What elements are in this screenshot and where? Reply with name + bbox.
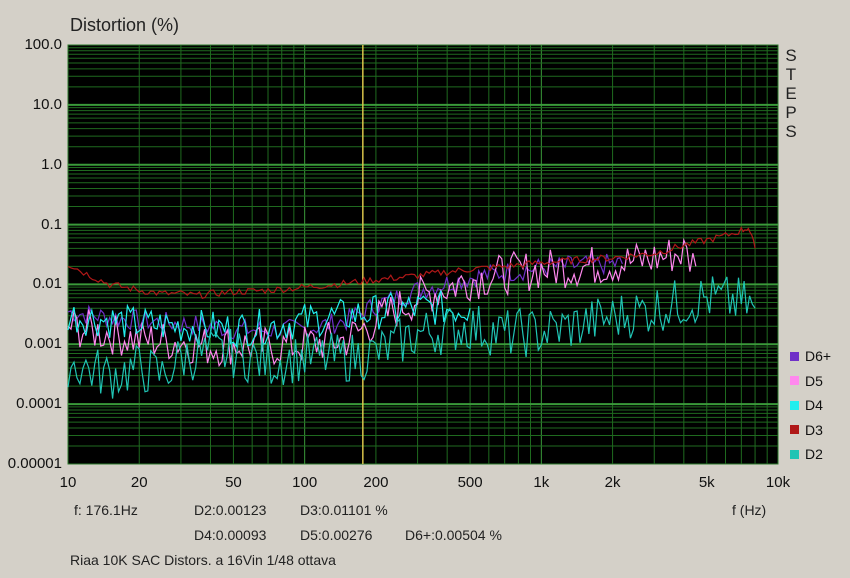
x-axis-label: f (Hz) bbox=[732, 502, 767, 518]
cursor-frequency-readout: f: 176.1Hz bbox=[74, 502, 138, 518]
legend: D6+ D5 D4 D3 D2 bbox=[790, 344, 846, 467]
distortion-plot[interactable] bbox=[0, 0, 850, 578]
caption: Riaa 10K SAC Distors. a 16Vin 1/48 ottav… bbox=[70, 552, 336, 568]
legend-label: D2 bbox=[805, 446, 823, 463]
legend-item[interactable]: D4 bbox=[790, 393, 846, 418]
legend-label: D3 bbox=[805, 421, 823, 438]
d2-readout: D2:0.00123 bbox=[194, 502, 267, 518]
distortion-analyzer-window: Distortion (%) 100.0 10.0 1.0 0.1 0.01 0.001 0… bbox=[0, 0, 850, 578]
legend-item[interactable]: D5 bbox=[790, 369, 846, 394]
legend-item[interactable]: D6+ bbox=[790, 344, 846, 369]
legend-swatch bbox=[790, 351, 799, 361]
legend-label: D5 bbox=[805, 372, 823, 389]
legend-item[interactable]: D2 bbox=[790, 442, 846, 467]
legend-swatch bbox=[790, 400, 799, 410]
legend-swatch bbox=[790, 425, 799, 435]
legend-swatch bbox=[790, 449, 799, 459]
legend-label: D6+ bbox=[805, 348, 832, 365]
d4-readout: D4:0.00093 bbox=[194, 527, 267, 543]
d6-readout: D6+:0.00504 % bbox=[405, 527, 502, 543]
legend-label: D4 bbox=[805, 397, 823, 414]
d5-readout: D5:0.00276 bbox=[300, 527, 373, 543]
legend-swatch bbox=[790, 376, 799, 386]
legend-item[interactable]: D3 bbox=[790, 418, 846, 443]
d3-readout: D3:0.01101 % bbox=[300, 502, 388, 518]
